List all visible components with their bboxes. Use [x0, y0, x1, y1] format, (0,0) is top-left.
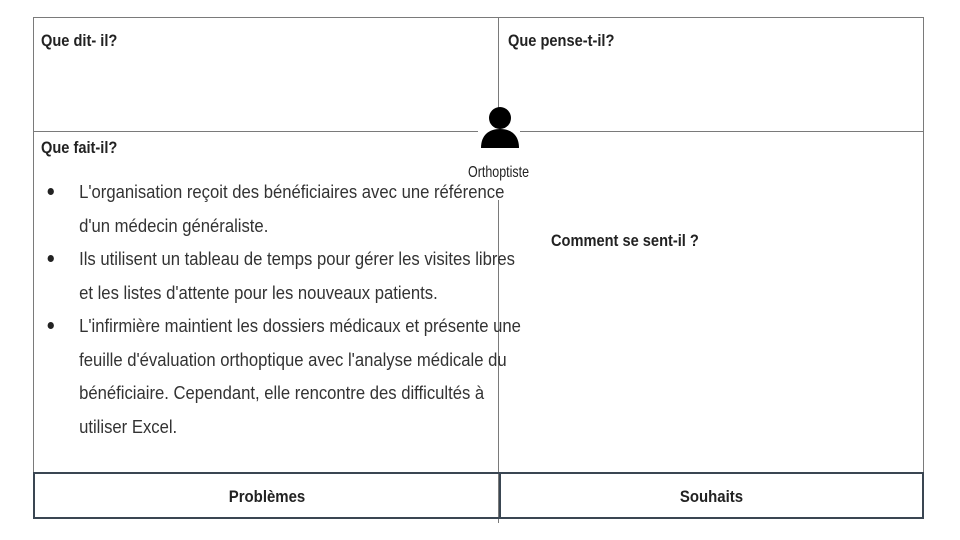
- bullet-icon: [47, 322, 54, 329]
- list-item: Ils utilisent un tableau de temps pour g…: [44, 242, 529, 309]
- does-title: Que fait-il?: [41, 138, 118, 157]
- bullet-icon: [47, 255, 54, 262]
- list-item: L'infirmière maintient les dossiers médi…: [44, 309, 529, 443]
- feels-title: Comment se sent-il ?: [551, 231, 699, 250]
- frame-top-border: [33, 17, 924, 18]
- thinks-title: Que pense-t-il?: [508, 31, 615, 50]
- bottom-top-border: [33, 472, 924, 474]
- middle-divider-left: [33, 131, 478, 132]
- middle-divider-right: [520, 131, 924, 132]
- persona-label: Orthoptiste: [468, 164, 530, 181]
- frame-left-border: [33, 17, 34, 473]
- gains-title: Souhaits: [679, 487, 744, 506]
- pains-title: Problèmes: [228, 487, 306, 506]
- list-item: L'organisation reçoit des bénéficiaires …: [44, 175, 529, 242]
- person-icon: [481, 107, 519, 148]
- bullet-icon: [47, 188, 54, 195]
- frame-right-border: [923, 17, 924, 473]
- says-title: Que dit- il?: [41, 31, 118, 50]
- bottom-right-border: [922, 472, 924, 519]
- bottom-bottom-border: [33, 517, 924, 519]
- bottom-left-border: [33, 472, 35, 519]
- does-list: L'organisation reçoit des bénéficiaires …: [44, 175, 521, 443]
- bottom-center-border: [499, 472, 501, 519]
- persona: [470, 104, 530, 150]
